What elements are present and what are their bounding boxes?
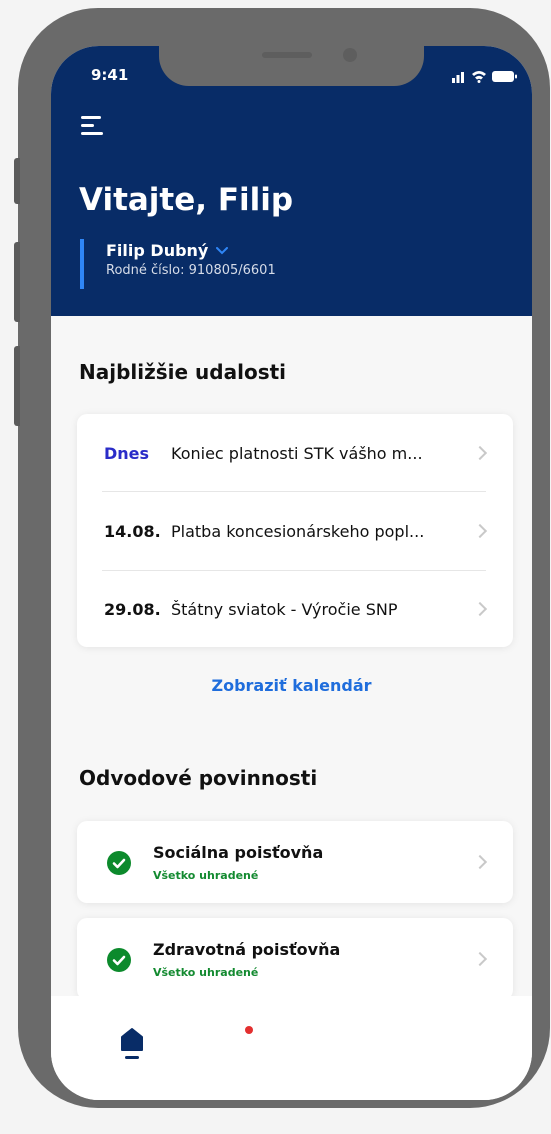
bottom-tab-bar <box>51 996 532 1100</box>
app-screen: 9:41 Vitajte, Filip Filip Dubný Rodné čí… <box>51 46 532 1100</box>
user-selector[interactable]: Filip Dubný Rodné číslo: 910805/6601 <box>80 239 380 289</box>
user-name: Filip Dubný <box>106 241 209 260</box>
events-card: Dnes Koniec platnosti STK vášho m... 14.… <box>77 414 513 647</box>
camera <box>343 48 357 62</box>
phone-notch <box>159 46 424 86</box>
silent-switch <box>14 158 20 204</box>
chevron-right-icon <box>472 523 488 539</box>
event-row[interactable]: 14.08. Platba koncesionárskeho popl... <box>77 492 513 570</box>
chevron-down-icon <box>216 246 229 254</box>
welcome-title: Vitajte, Filip <box>79 182 294 218</box>
duties-section-title: Odvodové povinnosti <box>79 766 318 790</box>
event-row-today[interactable]: Dnes Koniec platnosti STK vášho m... <box>77 414 513 492</box>
volume-down-button <box>14 346 20 426</box>
home-icon[interactable] <box>119 1026 145 1062</box>
duty-card-social[interactable]: Sociálna poisťovňa Všetko uhradené <box>77 821 513 903</box>
user-id: Rodné číslo: 910805/6601 <box>106 263 276 278</box>
chevron-right-icon <box>472 601 488 617</box>
event-date: 29.08. <box>104 599 161 619</box>
events-section-title: Najbližšie udalosti <box>79 360 287 384</box>
event-text: Platba koncesionárskeho popl... <box>171 521 425 541</box>
volume-up-button <box>14 242 20 322</box>
event-text: Koniec platnosti STK vášho m... <box>171 443 423 463</box>
chevron-right-icon <box>472 445 488 461</box>
show-calendar-link[interactable]: Zobraziť kalendár <box>51 676 532 695</box>
duty-name: Sociálna poisťovňa <box>153 843 324 862</box>
app-header: 9:41 Vitajte, Filip Filip Dubný Rodné čí… <box>51 46 532 316</box>
event-date: 14.08. <box>104 521 161 541</box>
event-text: Štátny sviatok - Výročie SNP <box>171 599 398 619</box>
notification-dot <box>245 1026 253 1034</box>
duty-status: Všetko uhradené <box>153 869 259 882</box>
menu-icon[interactable] <box>81 116 103 136</box>
event-date: Dnes <box>104 443 150 463</box>
chevron-right-icon <box>472 854 488 870</box>
status-icons <box>452 68 518 83</box>
check-circle-icon <box>107 948 131 972</box>
speaker <box>262 52 312 58</box>
signal-icon <box>452 71 517 83</box>
status-time: 9:41 <box>91 66 129 84</box>
duty-status: Všetko uhradené <box>153 966 259 979</box>
duty-name: Zdravotná poisťovňa <box>153 940 341 959</box>
event-row[interactable]: 29.08. Štátny sviatok - Výročie SNP <box>77 570 513 648</box>
check-circle-icon <box>107 851 131 875</box>
duty-card-health[interactable]: Zdravotná poisťovňa Všetko uhradené <box>77 918 513 1000</box>
chevron-right-icon <box>472 951 488 967</box>
